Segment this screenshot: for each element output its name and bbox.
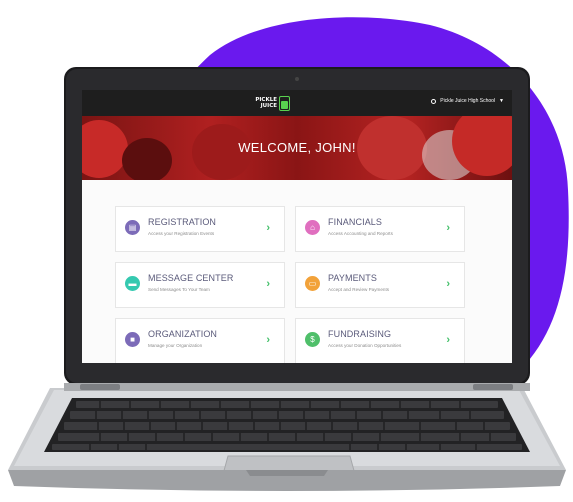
- chevron-right-icon[interactable]: ›: [266, 334, 270, 346]
- logo-line-2: JUICE: [260, 103, 277, 109]
- registration-card[interactable]: ▤ REGISTRATION Access your Registration …: [115, 206, 285, 252]
- caret-down-icon[interactable]: ▼: [499, 98, 504, 104]
- card-title: MESSAGE CENTER: [148, 273, 234, 283]
- message-center-card[interactable]: ▬ MESSAGE CENTER Send Messages To Your T…: [115, 262, 285, 308]
- card-title: ORGANIZATION: [148, 329, 218, 339]
- card-icon: ▭: [305, 276, 320, 291]
- card-title: PAYMENTS: [328, 273, 377, 283]
- briefcase-icon: ■: [125, 332, 140, 347]
- pickle-juice-logo[interactable]: PICKLE JUICE: [255, 93, 290, 113]
- organization-card[interactable]: ■ ORGANIZATION Manage your Organization …: [115, 318, 285, 363]
- chevron-right-icon[interactable]: ›: [446, 222, 450, 234]
- payments-card[interactable]: ▭ PAYMENTS Accept and Review Payments ›: [295, 262, 465, 308]
- dollar-icon: $: [305, 332, 320, 347]
- chat-icon: ▬: [125, 276, 140, 291]
- top-nav-bar: PICKLE JUICE Pickle Juice High School ▼: [82, 90, 512, 116]
- fundraising-card[interactable]: $ FUNDRAISING Access your Donation Oppor…: [295, 318, 465, 363]
- school-selector[interactable]: Pickle Juice High School ▼: [431, 98, 504, 104]
- welcome-banner: WELCOME, JOHN!: [82, 116, 512, 180]
- globe-icon: [431, 98, 437, 104]
- card-title: FINANCIALS: [328, 217, 383, 227]
- financials-card[interactable]: ⌂ FINANCIALS Access Accounting and Repor…: [295, 206, 465, 252]
- chevron-right-icon[interactable]: ›: [446, 334, 450, 346]
- pickle-jar-icon: [279, 95, 290, 111]
- chevron-right-icon[interactable]: ›: [266, 278, 270, 290]
- bank-icon: ⌂: [305, 220, 320, 235]
- card-subtitle: Accept and Review Payments: [328, 287, 390, 292]
- card-subtitle: Access your Registration Events: [148, 231, 215, 236]
- school-name: Pickle Juice High School: [440, 98, 496, 104]
- welcome-title: WELCOME, JOHN!: [238, 140, 356, 155]
- logo-wordmark: PICKLE JUICE: [255, 97, 277, 109]
- card-title: REGISTRATION: [148, 217, 217, 227]
- card-subtitle: Access Accounting and Reports: [328, 231, 393, 236]
- clipboard-icon: ▤: [125, 220, 140, 235]
- card-title: FUNDRAISING: [328, 329, 392, 339]
- card-subtitle: Send Messages To Your Team: [148, 287, 210, 292]
- chevron-right-icon[interactable]: ›: [446, 278, 450, 290]
- card-subtitle: Manage your Organization: [148, 343, 203, 348]
- app-screen: PICKLE JUICE Pickle Juice High School ▼ …: [82, 90, 512, 363]
- chevron-right-icon[interactable]: ›: [266, 222, 270, 234]
- card-subtitle: Access your Donation Opportunities: [328, 343, 402, 348]
